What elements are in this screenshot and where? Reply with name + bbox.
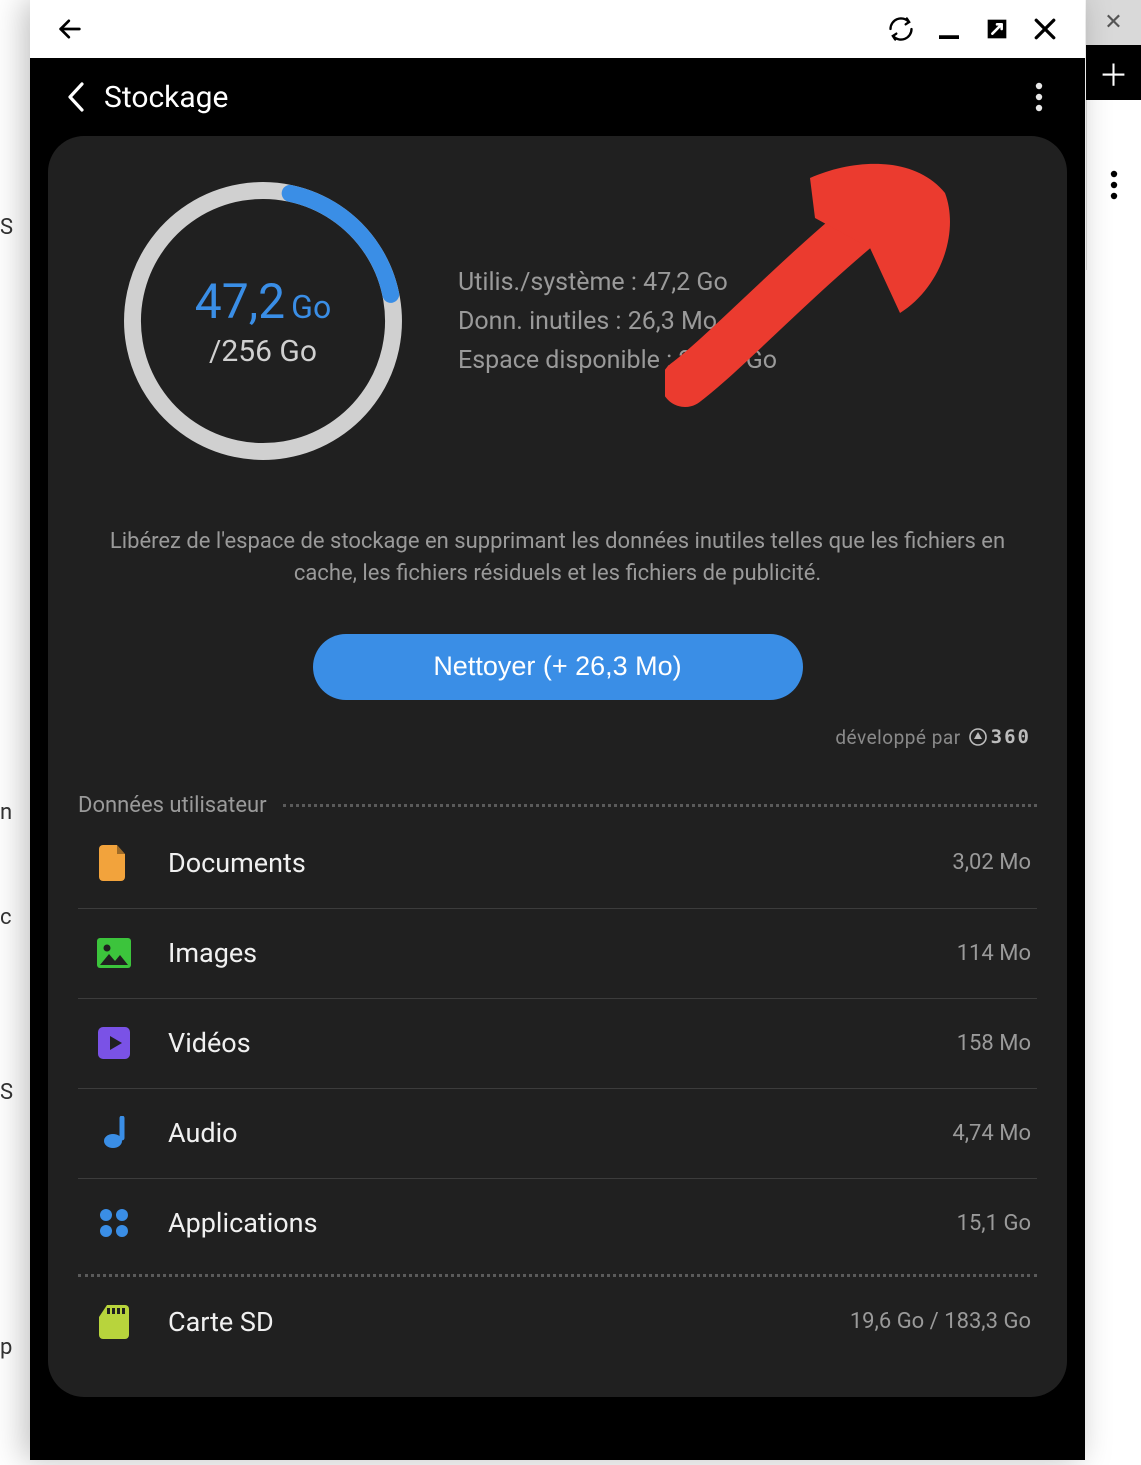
item-apps[interactable]: Applications 15,1 Go: [78, 1178, 1037, 1268]
divider-dotted-row: [78, 1274, 1037, 1277]
storage-hero: 47,2 Go /256 Go Utilis./système : 47,2 G…: [78, 176, 1037, 466]
image-icon: [96, 935, 132, 971]
minimize-icon[interactable]: [927, 7, 971, 51]
stat-system: Utilis./système : 47,2 Go: [458, 268, 777, 297]
storage-card: 47,2 Go /256 Go Utilis./système : 47,2 G…: [48, 136, 1067, 1397]
audio-icon: [96, 1115, 132, 1151]
page-title: Stockage: [104, 80, 228, 115]
used-number: 47,2: [195, 273, 285, 330]
help-text: Libérez de l'espace de stockage en suppr…: [78, 526, 1037, 590]
divider-dotted: [283, 804, 1037, 807]
item-sd-card[interactable]: Carte SD 19,6 Go / 183,3 Go: [78, 1277, 1037, 1367]
item-label: Documents: [168, 847, 916, 879]
item-label: Applications: [168, 1207, 921, 1239]
stat-free: Espace disponible : 208,8 Go: [458, 346, 777, 375]
brand-360-icon: 360: [969, 726, 1031, 748]
item-size: 19,6 Go / 183,3 Go: [850, 1309, 1031, 1334]
clean-button[interactable]: Nettoyer (+ 26,3 Mo): [313, 634, 803, 700]
total-value: /256 Go: [209, 334, 317, 369]
item-audio[interactable]: Audio 4,74 Mo: [78, 1088, 1037, 1178]
item-size: 15,1 Go: [957, 1211, 1031, 1236]
sd-card-icon: [96, 1304, 132, 1340]
brand-text: 360: [991, 726, 1031, 748]
app-header: Stockage: [30, 58, 1085, 136]
storage-app: Stockage 47,2 Go: [30, 58, 1085, 1460]
app-window: Stockage 47,2 Go: [30, 0, 1085, 1460]
maximize-icon[interactable]: [975, 7, 1019, 51]
background-edge-text: SncSp: [0, 150, 13, 1425]
back-chevron-icon[interactable]: [54, 75, 98, 119]
background-new-tab-icon: ＋: [1086, 45, 1141, 100]
section-user-data: Données utilisateur: [78, 793, 1037, 818]
item-size: 4,74 Mo: [952, 1121, 1031, 1146]
item-video[interactable]: Vidéos 158 Mo: [78, 998, 1037, 1088]
developed-by: développé par 360: [78, 726, 1037, 749]
item-label: Carte SD: [168, 1306, 814, 1338]
storage-stats: Utilis./système : 47,2 Go Donn. inutiles…: [458, 268, 777, 375]
used-value: 47,2 Go: [195, 273, 331, 330]
background-more-icon: [1086, 170, 1141, 200]
apps-icon: [96, 1205, 132, 1241]
rotate-icon[interactable]: [879, 7, 923, 51]
item-label: Vidéos: [168, 1027, 921, 1059]
section-label: Données utilisateur: [78, 793, 267, 818]
item-size: 158 Mo: [957, 1031, 1031, 1056]
back-arrow-icon[interactable]: [48, 7, 92, 51]
document-icon: [96, 845, 132, 881]
window-titlebar: [30, 0, 1085, 58]
close-icon[interactable]: [1023, 7, 1067, 51]
item-label: Audio: [168, 1117, 916, 1149]
video-icon: [96, 1025, 132, 1061]
category-list: Documents 3,02 Mo Images 114 Mo Vidéos 158 Mo…: [78, 818, 1037, 1268]
item-size: 3,02 Mo: [952, 850, 1031, 875]
more-menu-icon[interactable]: [1017, 75, 1061, 119]
background-tab-close-icon: ✕: [1086, 0, 1141, 45]
item-image[interactable]: Images 114 Mo: [78, 908, 1037, 998]
item-label: Images: [168, 937, 921, 969]
used-unit: Go: [291, 288, 331, 326]
stat-junk: Donn. inutiles : 26,3 Mo: [458, 307, 777, 336]
developed-by-label: développé par: [835, 726, 960, 749]
storage-ring-chart: 47,2 Go /256 Go: [118, 176, 408, 466]
item-size: 114 Mo: [957, 941, 1031, 966]
item-document[interactable]: Documents 3,02 Mo: [78, 818, 1037, 908]
